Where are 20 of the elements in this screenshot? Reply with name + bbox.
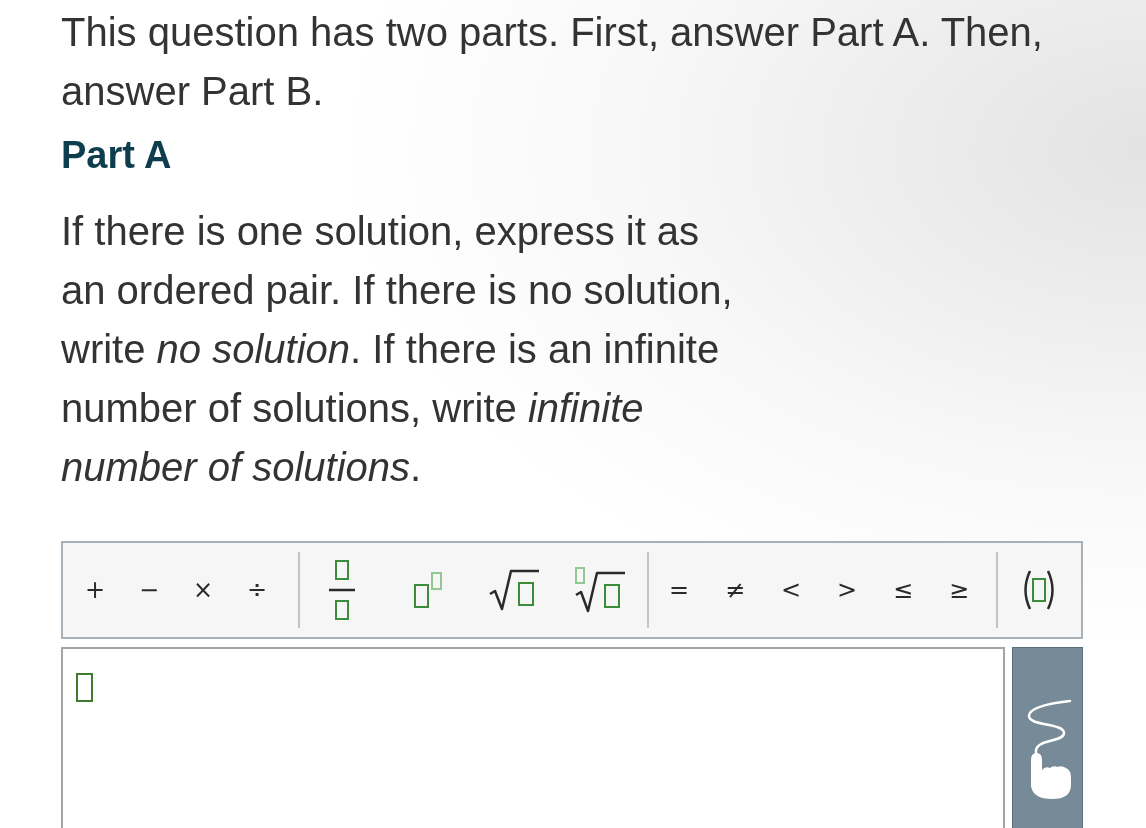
intro-text: This question has two parts. First, answer Part A. Then, answer Part B.	[61, 9, 1044, 115]
symbol-button[interactable]: <	[771, 568, 811, 612]
symbol-button[interactable]: −	[129, 568, 169, 612]
symbol-button[interactable]: ≠	[715, 568, 755, 612]
square-root-icon	[489, 569, 539, 611]
part-heading: Part A	[61, 133, 172, 178]
symbol-button[interactable]: =	[659, 568, 699, 612]
symbol-button[interactable]: ÷	[237, 568, 277, 612]
symbol-button[interactable]: ≤	[883, 568, 923, 612]
cursor-box-icon	[76, 673, 93, 702]
handwriting-button[interactable]	[1012, 647, 1083, 828]
parentheses-icon	[1021, 570, 1057, 610]
symbol-button[interactable]: >	[827, 568, 867, 612]
fraction-icon	[329, 560, 355, 620]
symbol-button[interactable]: +	[75, 568, 115, 612]
instructions-text: If there is one solution, express it as an ordered pair. If there is no solution, write no solution. If there is an infinite number of solutions, write infinite number of solutions.	[61, 208, 734, 491]
symbol-button[interactable]: ≥	[939, 568, 979, 612]
symbol-button[interactable]: ×	[183, 568, 223, 612]
exponent-icon	[414, 572, 442, 608]
nth-root-icon	[575, 567, 625, 613]
